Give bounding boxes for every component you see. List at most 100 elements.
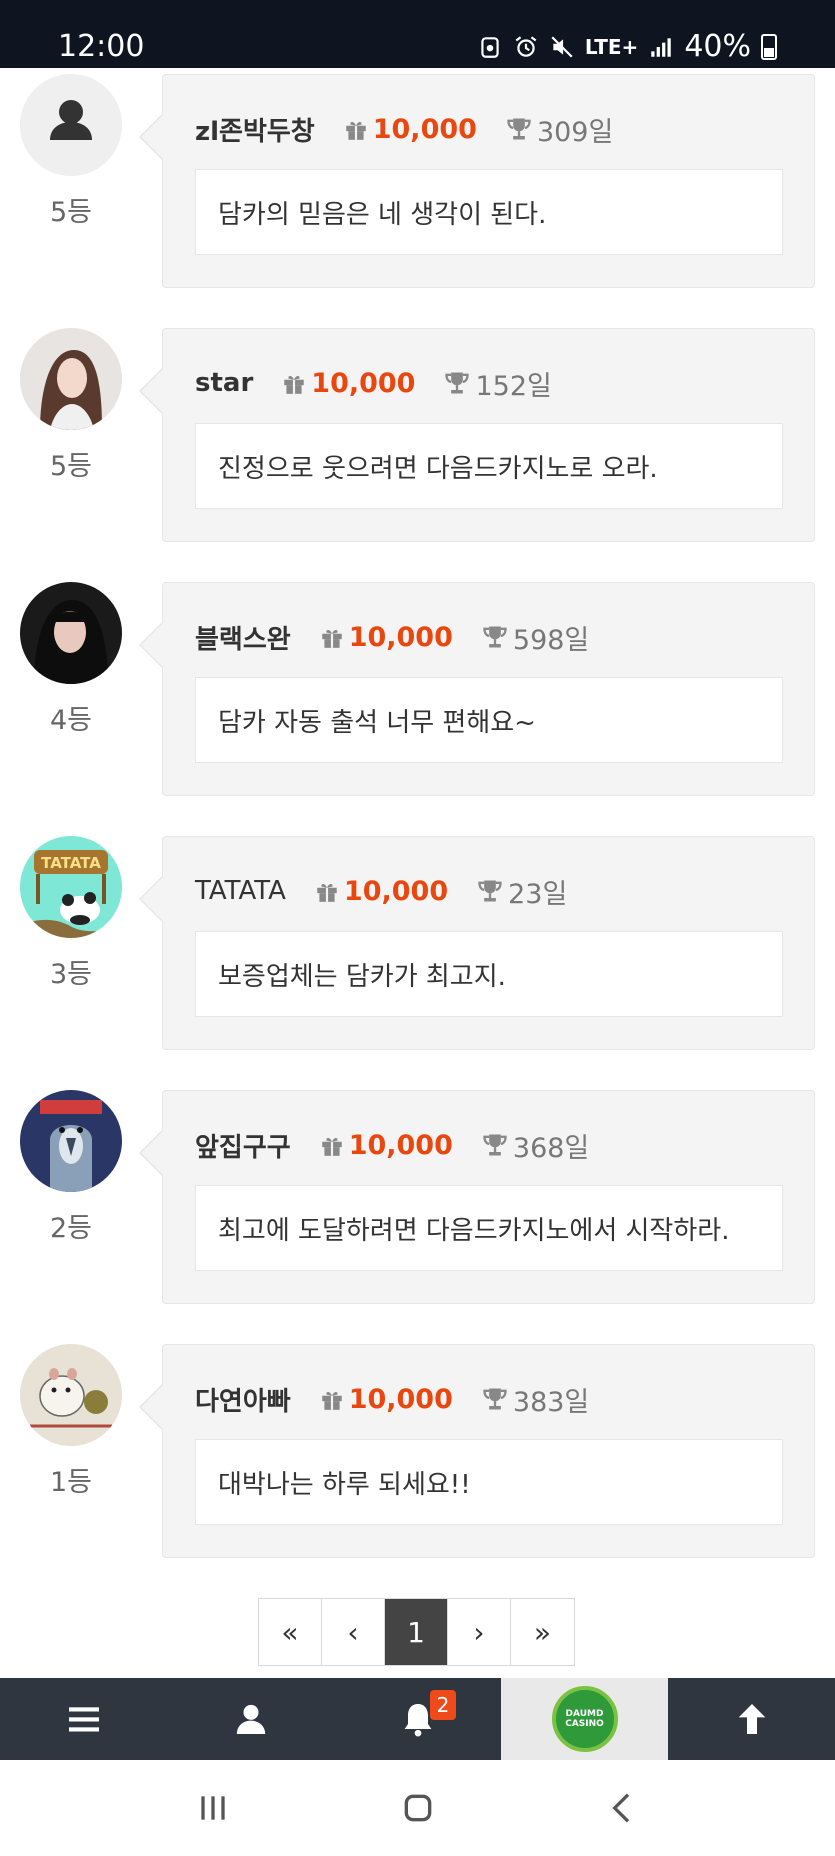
rank-label: 5등 bbox=[49, 451, 93, 482]
avatar[interactable]: TATATA bbox=[20, 836, 122, 938]
cartoon-bird bbox=[20, 1090, 122, 1192]
points-value: 10,000 bbox=[348, 621, 453, 653]
comment-message: 담카의 믿음은 네 생각이 된다. bbox=[195, 169, 783, 255]
comment-meta: 다연아빠 10,000 383일 bbox=[195, 1379, 589, 1419]
logo-text-bottom: CASINO bbox=[565, 1719, 604, 1729]
bottom-nav: 2 DAUMD CASINO bbox=[0, 1678, 835, 1760]
comment-bubble: TATATA 10,000 23일 보증업체는 담카가 최고지. bbox=[139, 836, 815, 1050]
scroll-top-button[interactable] bbox=[668, 1678, 835, 1760]
prev-page-button[interactable]: ‹ bbox=[322, 1599, 385, 1665]
site-logo: DAUMD CASINO bbox=[551, 1686, 618, 1752]
comment-message: 최고에 도달하려면 다음드카지노에서 시작하라. bbox=[195, 1185, 783, 1271]
notification-button[interactable]: 2 bbox=[334, 1678, 501, 1760]
avatar[interactable] bbox=[20, 328, 122, 430]
comment-meta: star 10,000 152일 bbox=[195, 363, 552, 403]
menu-icon bbox=[68, 1707, 99, 1732]
status-bar: 12:00 LTE+ 40% bbox=[0, 0, 835, 68]
screen: 12:00 LTE+ 40% 5등 zl존박두창 10,000 309일 담카의… bbox=[0, 0, 835, 1856]
nickname[interactable]: 앞집구구 bbox=[195, 1127, 291, 1164]
trophy-icon bbox=[483, 1134, 507, 1156]
comment-bubble: star 10,000 152일 진정으로 웃으려면 다음드카지노로 오라. bbox=[139, 328, 815, 542]
comment-message: 담카 자동 출석 너무 편해요~ bbox=[195, 677, 783, 763]
svg-text:TATATA: TATATA bbox=[41, 854, 101, 872]
points-value: 10,000 bbox=[348, 1129, 453, 1161]
comment-message: 진정으로 웃으려면 다음드카지노로 오라. bbox=[195, 423, 783, 509]
rank-label: 1등 bbox=[49, 1467, 93, 1498]
gift-icon bbox=[345, 121, 366, 140]
comment-item: 4등 블랙스완 10,000 598일 담카 자동 출석 너무 편해요~ bbox=[0, 576, 835, 796]
comment-bubble: 다연아빠 10,000 383일 대박나는 하루 되세요!! bbox=[139, 1344, 815, 1558]
arrow-up-icon bbox=[738, 1704, 765, 1734]
profile-button[interactable] bbox=[167, 1678, 334, 1760]
first-page-button[interactable]: « bbox=[259, 1599, 322, 1665]
nickname[interactable]: TATATA bbox=[195, 876, 286, 906]
next-page-button[interactable]: › bbox=[448, 1599, 511, 1665]
current-page-button[interactable]: 1 bbox=[385, 1599, 448, 1665]
days-value: 309일 bbox=[536, 116, 614, 148]
tatata-panda: TATATA bbox=[20, 836, 122, 938]
gift-icon bbox=[317, 883, 337, 902]
last-page-button[interactable]: » bbox=[511, 1599, 574, 1665]
system-nav bbox=[0, 1760, 835, 1856]
gift-icon bbox=[321, 629, 342, 648]
signal-icon bbox=[651, 38, 672, 57]
gift-icon bbox=[321, 1137, 342, 1156]
comment-message: 보증업체는 담카가 최고지. bbox=[195, 931, 783, 1017]
days-value: 152일 bbox=[475, 370, 552, 402]
points-value: 10,000 bbox=[372, 113, 477, 145]
comment-meta: zl존박두창 10,000 309일 bbox=[195, 109, 613, 149]
comment-bubble: 블랙스완 10,000 598일 담카 자동 출석 너무 편해요~ bbox=[139, 582, 815, 796]
nickname[interactable]: star bbox=[195, 368, 253, 398]
rank-label: 3등 bbox=[49, 959, 93, 990]
avatar[interactable] bbox=[20, 582, 122, 684]
rank-label: 5등 bbox=[49, 197, 93, 228]
comment-meta: TATATA 10,000 23일 bbox=[195, 871, 567, 911]
days-value: 368일 bbox=[512, 1132, 590, 1164]
rank-label: 2등 bbox=[49, 1213, 93, 1244]
home-icon[interactable] bbox=[398, 1788, 438, 1828]
trophy-icon bbox=[483, 626, 507, 648]
data-saver-icon bbox=[481, 37, 499, 58]
comment-bubble: 앞집구구 10,000 368일 최고에 도달하려면 다음드카지노에서 시작하라… bbox=[139, 1090, 815, 1304]
gift-icon bbox=[321, 1391, 342, 1410]
points-value: 10,000 bbox=[348, 1383, 453, 1415]
comment-item: 2등 앞집구구 10,000 368일 최고에 도달하려면 다음드카지노에서 시… bbox=[0, 1084, 835, 1304]
trophy-icon bbox=[483, 1388, 507, 1410]
days-value: 598일 bbox=[512, 624, 590, 656]
points-value: 10,000 bbox=[311, 367, 416, 399]
comment-item: 5등 star 10,000 152일 진정으로 웃으려면 다음드카지노로 오라… bbox=[0, 322, 835, 542]
logo-text-top: DAUMD bbox=[565, 1709, 604, 1719]
comment-message: 대박나는 하루 되세요!! bbox=[195, 1439, 783, 1525]
comment-meta: 블랙스완 10,000 598일 bbox=[195, 617, 589, 657]
comment-bubble: zl존박두창 10,000 309일 담카의 믿음은 네 생각이 된다. bbox=[139, 74, 815, 288]
trophy-icon bbox=[478, 880, 502, 902]
trophy-icon bbox=[507, 118, 531, 140]
status-icons: LTE+ 40% bbox=[477, 30, 777, 64]
comment-meta: 앞집구구 10,000 368일 bbox=[195, 1125, 589, 1165]
battery-percent: 40% bbox=[684, 29, 751, 64]
photo-woman-light bbox=[20, 328, 122, 430]
status-time: 12:00 bbox=[58, 29, 145, 64]
avatar[interactable] bbox=[20, 74, 122, 176]
photo-woman-dark bbox=[20, 582, 122, 684]
home-logo-button[interactable]: DAUMD CASINO bbox=[501, 1678, 668, 1760]
avatar[interactable] bbox=[20, 1090, 122, 1192]
back-icon[interactable] bbox=[603, 1788, 643, 1828]
trophy-icon bbox=[445, 372, 470, 394]
nickname[interactable]: zl존박두창 bbox=[195, 111, 315, 148]
avatar[interactable] bbox=[20, 1344, 122, 1446]
cartoon-hamster bbox=[20, 1344, 122, 1446]
nickname[interactable]: 다연아빠 bbox=[195, 1381, 291, 1418]
lte-icon: LTE+ bbox=[584, 35, 639, 59]
days-value: 23일 bbox=[508, 878, 568, 910]
nickname[interactable]: 블랙스완 bbox=[195, 619, 291, 656]
points-value: 10,000 bbox=[343, 875, 449, 907]
rank-label: 4등 bbox=[49, 705, 93, 736]
recents-icon[interactable] bbox=[193, 1788, 233, 1828]
menu-button[interactable] bbox=[0, 1678, 167, 1760]
mute-icon bbox=[551, 36, 573, 58]
battery-icon bbox=[761, 34, 777, 60]
user-icon bbox=[236, 1704, 265, 1734]
gift-icon bbox=[284, 375, 305, 394]
default-user-icon bbox=[20, 74, 122, 176]
